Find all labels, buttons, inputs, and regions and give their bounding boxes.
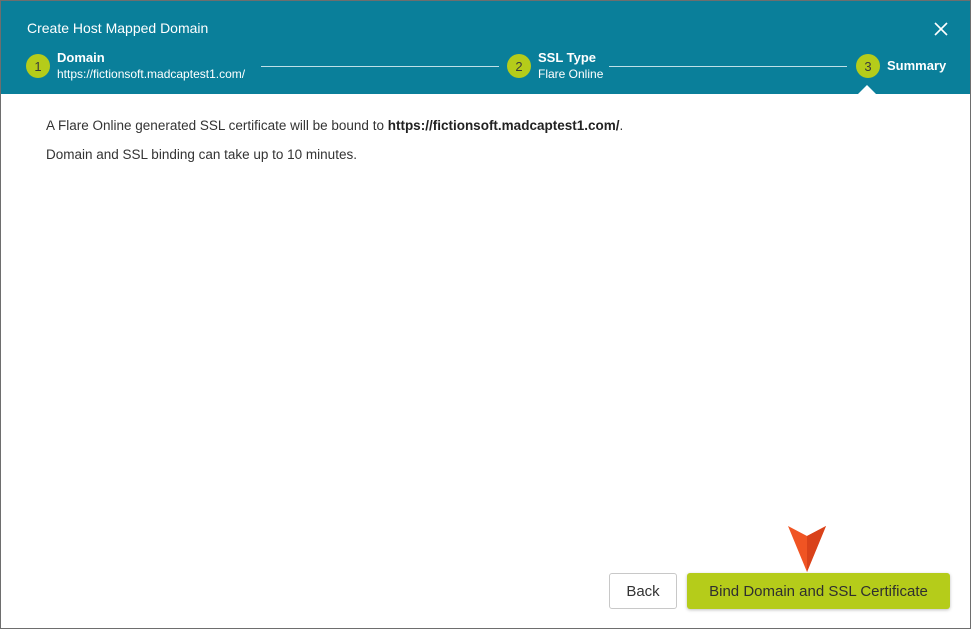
step-3-number[interactable]: 3 — [856, 54, 880, 78]
close-icon[interactable] — [930, 18, 952, 40]
summary-text-suffix: . — [619, 118, 624, 133]
dialog-header: Create Host Mapped Domain 1 Domain https… — [1, 1, 970, 95]
dialog-title: Create Host Mapped Domain — [27, 20, 209, 36]
summary-domain-url: https://fictionsoft.madcaptest1.com/ — [387, 118, 620, 133]
step-1-name[interactable]: Domain — [57, 50, 105, 65]
step-2-value: Flare Online — [538, 67, 604, 81]
step-connector — [609, 66, 847, 67]
step-2-number[interactable]: 2 — [507, 54, 531, 78]
summary-certificate-text: A Flare Online generated SSL certificate… — [46, 118, 623, 133]
step-1-number[interactable]: 1 — [26, 54, 50, 78]
summary-timing-text: Domain and SSL binding can take up to 10… — [46, 147, 357, 162]
step-connector — [261, 66, 499, 67]
create-host-mapped-domain-dialog: Create Host Mapped Domain 1 Domain https… — [0, 0, 971, 629]
active-step-indicator — [857, 85, 877, 95]
pointer-arrow-icon — [787, 524, 827, 574]
summary-text-prefix: A Flare Online generated SSL certificate… — [46, 118, 388, 133]
bind-domain-ssl-button[interactable]: Bind Domain and SSL Certificate — [687, 573, 950, 609]
step-3-name[interactable]: Summary — [887, 58, 946, 73]
step-1-value: https://fictionsoft.madcaptest1.com/ — [57, 67, 246, 81]
step-2-name[interactable]: SSL Type — [538, 50, 596, 65]
back-button[interactable]: Back — [609, 573, 677, 609]
